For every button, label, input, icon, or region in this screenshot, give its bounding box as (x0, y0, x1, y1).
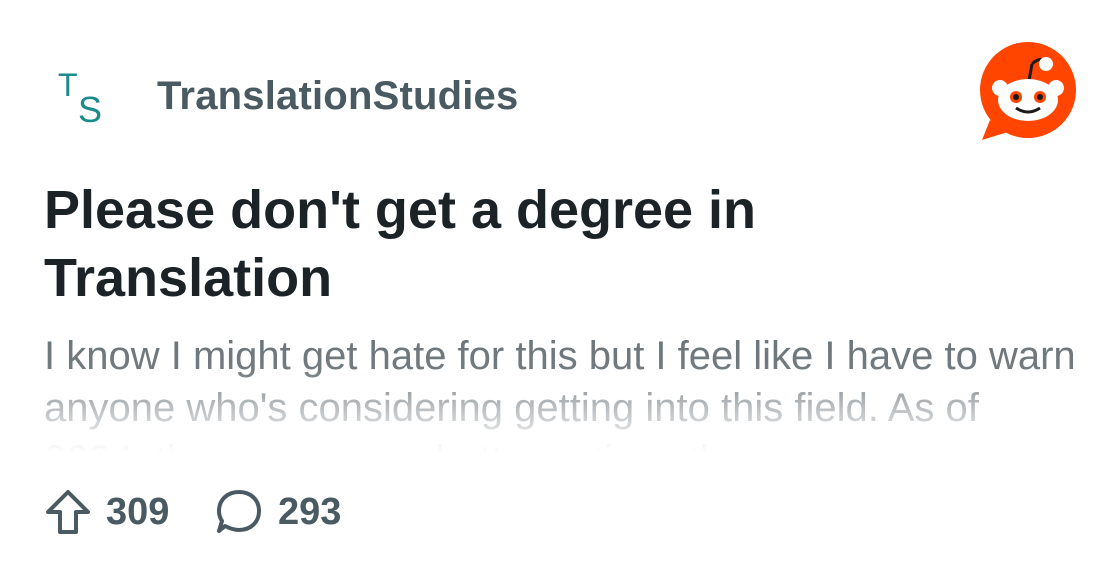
subreddit-name[interactable]: TranslationStudies (157, 74, 518, 119)
post-stats: 309 293 (44, 484, 644, 540)
comment-count: 293 (278, 490, 342, 533)
reddit-logo[interactable] (978, 42, 1078, 142)
post-body-preview: I know I might get hate for this but I f… (44, 330, 1084, 452)
post-title[interactable]: Please don't get a degree in Translation (44, 176, 1044, 312)
post-body-text: I know I might get hate for this but I f… (44, 334, 1076, 452)
upvote-arrow-icon (46, 490, 90, 534)
upvote-count: 309 (106, 490, 170, 533)
reddit-snoo-icon (980, 42, 1076, 140)
comment-bubble-icon (217, 490, 261, 533)
comments-button[interactable]: 293 (214, 484, 341, 540)
ts-icon: T S (58, 67, 102, 130)
upvote-button[interactable]: 309 (44, 484, 169, 540)
svg-text:S: S (78, 89, 102, 130)
subreddit-icon[interactable]: T S (56, 67, 116, 132)
post-header: T S TranslationStudies (0, 0, 1120, 170)
svg-text:T: T (58, 68, 78, 103)
